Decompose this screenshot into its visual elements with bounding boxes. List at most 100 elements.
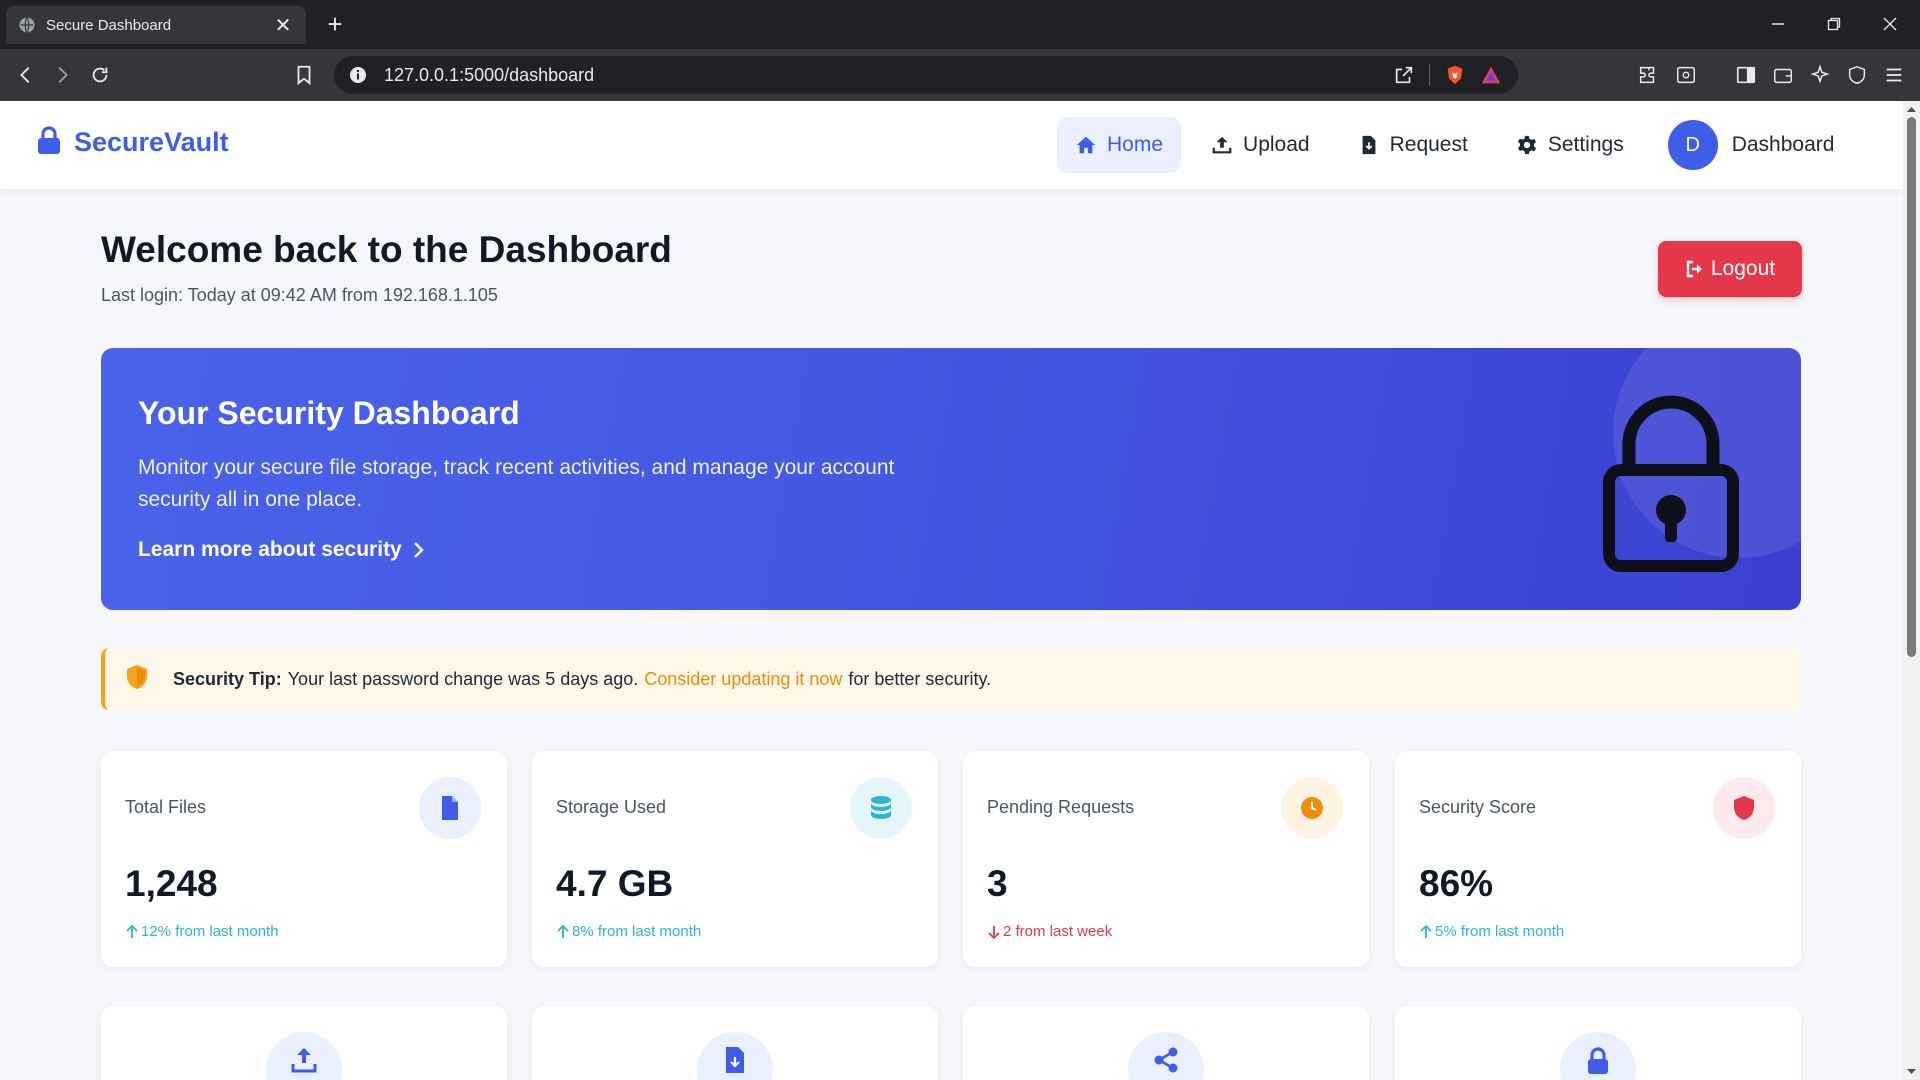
arrow-up-icon — [1420, 924, 1432, 938]
stat-change-text: 12% from last month — [141, 923, 279, 940]
stat-change-text: 8% from last month — [572, 923, 702, 940]
scroll-up-icon[interactable] — [1906, 104, 1917, 115]
stat-change-text: 2 from last week — [1003, 923, 1113, 940]
last-login-text: Last login: Today at 09:42 AM from 192.1… — [101, 285, 498, 305]
new-tab-icon[interactable]: + — [320, 9, 350, 40]
stat-value: 1,248 — [125, 863, 218, 904]
leo-ai-icon[interactable] — [1808, 63, 1832, 87]
nav-item-label: Home — [1107, 133, 1164, 156]
minimize-icon[interactable] — [1750, 8, 1806, 40]
stat-card-storage-used: Storage Used 4.7 GB 8% from last month — [532, 751, 938, 967]
address-bar[interactable]: 127.0.0.1:5000/dashboard — [334, 56, 1518, 94]
nav-item-label: Upload — [1243, 133, 1310, 156]
learn-more-link[interactable]: Learn more about security — [138, 538, 426, 562]
stat-icon-badge — [1281, 777, 1343, 839]
stat-title: Pending Requests — [987, 797, 1135, 817]
vpn-icon[interactable] — [1845, 63, 1869, 87]
hero-title: Your Security Dashboard — [138, 395, 520, 431]
security-hero-banner: Your Security Dashboard Monitor your sec… — [101, 348, 1801, 610]
action-icon-badge — [1560, 1032, 1636, 1080]
tip-text-after: for better security. — [848, 668, 992, 689]
page-title: Welcome back to the Dashboard — [101, 229, 672, 270]
url-text[interactable]: 127.0.0.1:5000/dashboard — [384, 65, 1393, 86]
logout-label: Logout — [1710, 257, 1776, 280]
globe-icon — [19, 17, 35, 33]
upload-icon — [291, 1048, 317, 1073]
stat-title: Storage Used — [556, 797, 667, 817]
stat-icon-badge — [850, 777, 912, 839]
arrow-down-icon — [988, 925, 1000, 939]
lock-icon — [1588, 1047, 1608, 1074]
hero-description: Monitor your secure file storage, track … — [138, 456, 895, 511]
action-icon-badge — [1128, 1032, 1204, 1080]
upload-icon — [1212, 136, 1232, 154]
stat-title: Security Score — [1419, 797, 1537, 817]
stat-title: Total Files — [125, 797, 207, 817]
share-icon — [1154, 1047, 1178, 1073]
brand-name: SecureVault — [74, 127, 229, 157]
shield-icon — [1734, 796, 1754, 820]
arrow-up-icon — [557, 924, 569, 938]
scrollbar-thumb[interactable] — [1907, 117, 1916, 657]
nav-item-home[interactable]: Home — [1057, 117, 1182, 173]
close-tab-icon[interactable]: ✕ — [272, 13, 294, 38]
file-icon — [442, 796, 458, 820]
wallet-icon[interactable] — [1771, 63, 1795, 87]
browser-tab[interactable]: Secure Dashboard ✕ — [6, 6, 306, 44]
learn-more-label: Learn more about security — [138, 538, 402, 561]
page-viewport: SecureVault Home Upload Request Settings… — [0, 101, 1920, 1080]
logout-button[interactable]: Logout — [1658, 241, 1802, 297]
forward-icon[interactable] — [50, 63, 74, 87]
stat-card-pending-requests: Pending Requests 3 2 from last week — [963, 751, 1369, 967]
stat-icon-badge — [419, 777, 481, 839]
extensions-icon[interactable] — [1636, 63, 1660, 87]
action-icon-badge — [266, 1032, 342, 1080]
separator — [1429, 64, 1430, 86]
tip-label: Security Tip: — [173, 668, 282, 689]
update-password-link[interactable]: Consider updating it now — [644, 669, 842, 690]
stat-card-total-files: Total Files 1,248 12% from last month — [101, 751, 507, 967]
bookmark-icon[interactable] — [292, 63, 316, 87]
padlock-icon — [1603, 395, 1739, 572]
sign-out-icon — [1686, 260, 1702, 278]
restore-icon[interactable] — [1806, 8, 1862, 40]
stat-change: 8% from last month — [556, 923, 701, 940]
nav-item-request[interactable]: Request — [1340, 117, 1486, 173]
stat-value: 86% — [1419, 863, 1494, 904]
screenshot-icon[interactable] — [1674, 63, 1698, 87]
file-download-icon — [1362, 135, 1376, 155]
page-scrollbar[interactable] — [1903, 101, 1920, 1080]
brave-shields-icon[interactable] — [1444, 64, 1466, 86]
file-download-icon — [726, 1047, 744, 1073]
back-icon[interactable] — [14, 63, 38, 87]
app-navbar: SecureVault Home Upload Request Settings… — [0, 101, 1903, 189]
menu-icon[interactable] — [1882, 63, 1906, 87]
security-tip-alert: Security Tip: Your last password change … — [101, 648, 1801, 710]
action-card-lock[interactable] — [1395, 1006, 1801, 1080]
chevron-right-icon — [413, 542, 424, 558]
brave-rewards-icon[interactable] — [1480, 64, 1502, 86]
nav-item-label: Request — [1389, 133, 1468, 156]
site-info-icon[interactable] — [348, 65, 368, 85]
nav-item-label: Settings — [1547, 133, 1624, 156]
database-icon — [871, 796, 891, 819]
nav-item-upload[interactable]: Upload — [1193, 117, 1328, 173]
brand-logo[interactable]: SecureVault — [36, 125, 229, 160]
action-card-share[interactable] — [963, 1006, 1369, 1080]
action-card-upload[interactable] — [101, 1006, 507, 1080]
stat-value: 4.7 GB — [556, 863, 674, 904]
sidebar-icon[interactable] — [1734, 63, 1758, 87]
close-window-icon[interactable] — [1862, 8, 1918, 40]
nav-menu: Home Upload Request Settings D Dashboard — [1057, 117, 1834, 173]
share-page-icon[interactable] — [1393, 64, 1415, 86]
reload-icon[interactable] — [88, 63, 112, 87]
user-avatar[interactable]: D — [1667, 120, 1718, 170]
tip-text: Your last password change was 5 days ago… — [287, 668, 639, 689]
nav-item-settings[interactable]: Settings — [1498, 117, 1642, 173]
stat-change: 12% from last month — [125, 923, 279, 940]
scroll-down-icon[interactable] — [1906, 1066, 1917, 1077]
action-card-request[interactable] — [532, 1006, 938, 1080]
user-menu-label[interactable]: Dashboard — [1732, 133, 1835, 157]
browser-toolbar: 127.0.0.1:5000/dashboard — [0, 49, 1920, 101]
stat-change-text: 5% from last month — [1435, 923, 1565, 940]
